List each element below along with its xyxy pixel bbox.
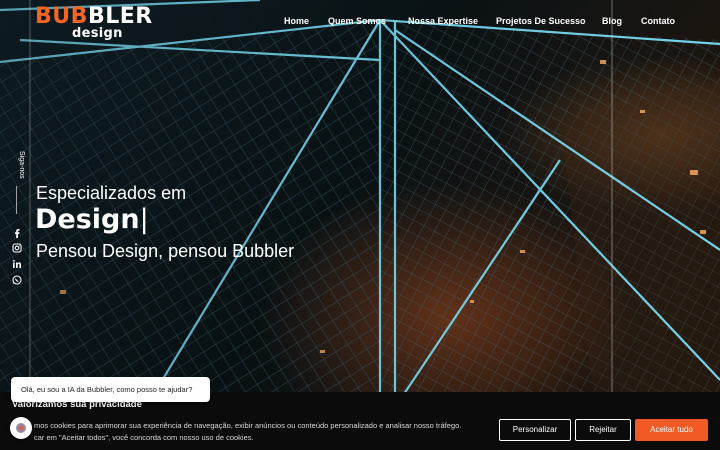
brand-logo[interactable]: BUBBLER design [35, 4, 152, 41]
hero-heading: Design| [35, 204, 149, 235]
chat-launcher-button[interactable] [10, 417, 32, 439]
linkedin-icon[interactable] [11, 255, 23, 268]
hero-heading-text: Design [35, 204, 140, 235]
cookie-accept-button[interactable]: Aceitar tudo [635, 419, 708, 441]
nav-item-contato[interactable]: Contato [641, 16, 675, 26]
whatsapp-icon[interactable] [11, 271, 23, 285]
social-follow-label: Siga-nos [18, 151, 25, 179]
logo-subtext: design [72, 26, 123, 41]
cookie-reject-button[interactable]: Rejeitar [575, 419, 631, 441]
cookie-text-line2: car em "Aceitar todos", você concorda co… [34, 433, 254, 442]
nav-item-nossa-expertise[interactable]: Nossa Expertise [408, 16, 478, 26]
chat-assistant-icon [16, 423, 26, 433]
cookie-text-line1: mos cookies para aprimorar sua experiênc… [34, 421, 462, 430]
nav-item-home[interactable]: Home [284, 16, 309, 26]
nav-item-blog[interactable]: Blog [602, 16, 622, 26]
hero-tagline: Pensou Design, pensou Bubbler [36, 241, 295, 261]
cookie-customize-button[interactable]: Personalizar [499, 419, 571, 441]
cookie-description: mos cookies para aprimorar sua experiênc… [34, 420, 504, 444]
facebook-icon[interactable] [11, 224, 23, 238]
nav-item-quem-somos[interactable]: Quem Somos [328, 16, 386, 26]
social-divider [16, 186, 17, 214]
nav-item-projetos-de-sucesso[interactable]: Projetos De Sucesso [496, 16, 586, 26]
chat-greeting-bubble[interactable]: Olá, eu sou a IA da Bubbler, como posso … [11, 377, 210, 402]
hero-subheading: Especializados em [36, 183, 187, 203]
instagram-icon[interactable] [11, 239, 23, 253]
typing-cursor: | [139, 204, 149, 235]
